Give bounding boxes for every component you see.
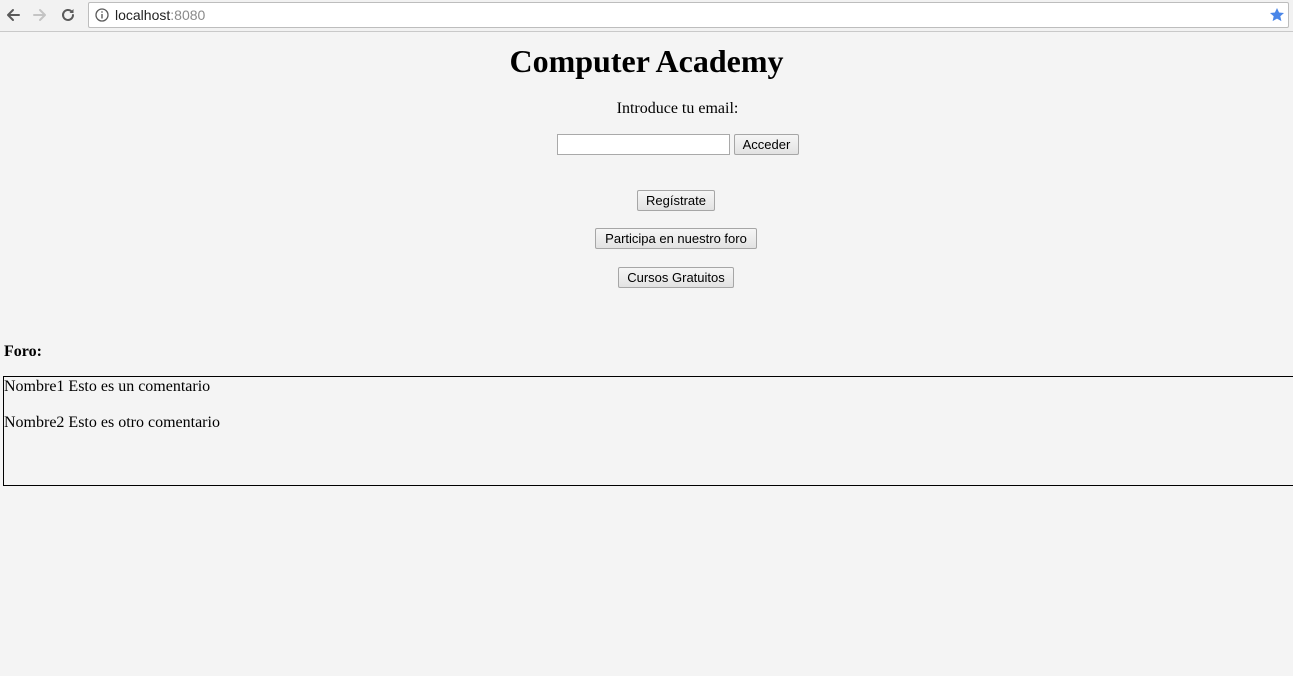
address-url[interactable]: localhost:8080 xyxy=(115,7,205,23)
email-label: Introduce tu email: xyxy=(616,100,739,117)
foro-button[interactable]: Participa en nuestro foro xyxy=(595,228,757,249)
bookmark-star-icon[interactable] xyxy=(1269,7,1285,23)
address-bar[interactable]: localhost:8080 xyxy=(88,2,1289,28)
page-title: Computer Academy xyxy=(509,43,784,79)
page-content: Computer Academy Introduce tu email: Acc… xyxy=(0,33,1293,676)
reload-icon[interactable] xyxy=(58,5,78,25)
foro-comments-box: Nombre1 Esto es un comentario Nombre2 Es… xyxy=(3,376,1293,486)
registrate-button[interactable]: Regístrate xyxy=(637,190,715,211)
acceder-button[interactable]: Acceder xyxy=(734,134,799,155)
comment-item: Nombre2 Esto es otro comentario xyxy=(4,414,220,431)
back-arrow-icon[interactable] xyxy=(3,5,23,25)
comment-item: Nombre1 Esto es un comentario xyxy=(4,378,211,395)
cursos-gratuitos-button[interactable]: Cursos Gratuitos xyxy=(618,267,734,288)
info-icon[interactable] xyxy=(95,8,109,22)
url-host: localhost xyxy=(115,7,171,23)
email-input[interactable] xyxy=(557,134,730,155)
forward-arrow-icon[interactable] xyxy=(30,5,50,25)
browser-toolbar: localhost:8080 xyxy=(0,0,1293,32)
url-port: :8080 xyxy=(170,7,206,23)
foro-heading: Foro: xyxy=(4,343,42,360)
